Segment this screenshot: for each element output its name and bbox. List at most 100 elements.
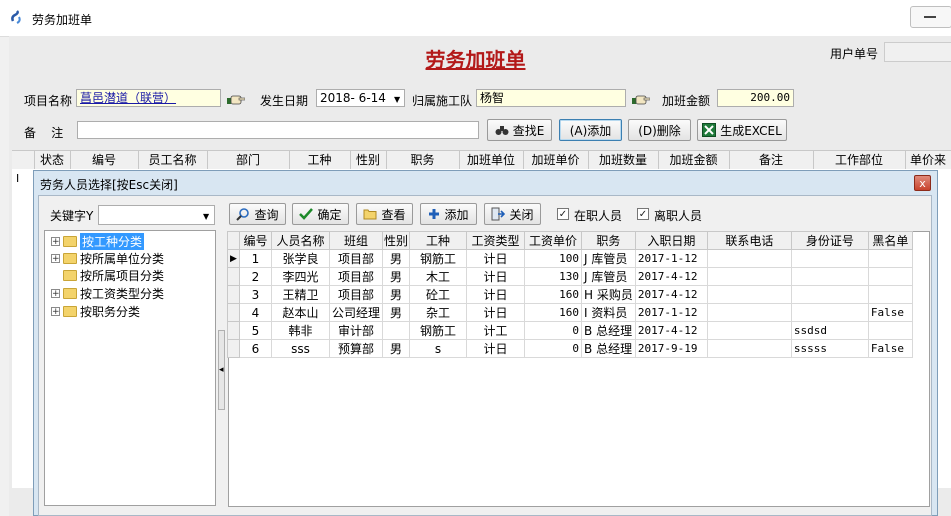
table-cell-group[interactable]: 项目部 <box>328 249 384 268</box>
table-cell-phone[interactable] <box>706 303 792 322</box>
dialog-close-text-button[interactable]: 关闭 <box>484 203 541 225</box>
table-cell-title[interactable]: I 资料员 <box>581 303 636 322</box>
table-cell-phone[interactable] <box>706 249 792 268</box>
table-cell-sex[interactable]: 男 <box>382 339 411 358</box>
column-header[interactable]: 状态 <box>34 151 71 169</box>
expand-icon[interactable]: + <box>51 289 60 299</box>
table-cell-id[interactable] <box>790 249 869 268</box>
row-indicator[interactable] <box>227 285 240 304</box>
expand-icon[interactable]: + <box>51 254 60 264</box>
expand-icon[interactable]: + <box>51 237 60 247</box>
column-header[interactable]: 联系电话 <box>706 231 792 250</box>
table-cell-no[interactable]: 5 <box>239 321 272 340</box>
table-cell-price[interactable]: 160 <box>524 303 583 322</box>
table-cell-date[interactable]: 2017-1-12 <box>634 249 708 268</box>
amount-field[interactable]: 200.00 <box>717 89 794 107</box>
table-cell-trade[interactable]: 砼工 <box>409 285 468 304</box>
table-row[interactable]: 3 王精卫 项目部男砼工 计日 160 H 采购员 2017-4-12 <box>227 285 913 304</box>
table-cell-wage-type[interactable]: 计工 <box>466 321 526 340</box>
active-staff-checkbox[interactable]: ✓ <box>557 208 569 220</box>
table-row[interactable]: ▶ 1 张学良 项目部男钢筋工 计日 100 J 库管员 2017-1-12 <box>227 249 913 268</box>
column-header[interactable]: 员工名称 <box>138 151 208 169</box>
row-indicator[interactable] <box>227 339 240 358</box>
table-cell-price[interactable]: 130 <box>524 267 583 286</box>
table-cell-name[interactable]: 王精卫 <box>271 285 330 304</box>
table-row[interactable]: 2 李四光 项目部男木工 计日 130 J 库管员 2017-4-12 <box>227 267 913 286</box>
column-header[interactable]: 入职日期 <box>634 231 708 250</box>
table-cell-date[interactable]: 2017-1-12 <box>634 303 708 322</box>
column-header[interactable]: 工种 <box>409 231 468 250</box>
table-cell-title[interactable]: B 总经理 <box>581 321 636 340</box>
table-cell-group[interactable]: 审计部 <box>328 321 384 340</box>
date-picker[interactable]: 2018- 6-14 <box>316 89 405 107</box>
column-header[interactable]: 部门 <box>207 151 290 169</box>
table-cell-group[interactable]: 公司经理 <box>328 303 384 322</box>
query-button[interactable]: 查询 <box>229 203 286 225</box>
table-cell-sex[interactable]: 男 <box>382 267 411 286</box>
table-cell-id[interactable] <box>790 267 869 286</box>
column-header[interactable]: 加班单位 <box>459 151 524 169</box>
view-button[interactable]: 查看 <box>356 203 413 225</box>
column-header[interactable]: 工种 <box>289 151 351 169</box>
table-row[interactable]: 6 sss 预算部男 s 计日 0 B 总经理 2017-9-19 sssss False <box>227 339 913 358</box>
tree-node-title[interactable]: + 按职务分类 <box>51 303 140 320</box>
column-header[interactable]: 加班金额 <box>658 151 730 169</box>
row-indicator[interactable]: ▶ <box>227 249 240 268</box>
column-header[interactable]: 加班单价 <box>523 151 589 169</box>
table-cell-sex[interactable]: 男 <box>382 249 411 268</box>
table-cell-phone[interactable] <box>706 267 792 286</box>
table-cell-black[interactable] <box>867 267 913 286</box>
table-cell-title[interactable]: B 总经理 <box>581 339 636 358</box>
table-cell-title[interactable]: J 库管员 <box>581 267 636 286</box>
tree-node-unit[interactable]: + 按所属单位分类 <box>51 250 164 267</box>
table-cell-sex[interactable]: 男 <box>382 303 411 322</box>
table-cell-date[interactable]: 2017-4-12 <box>634 285 708 304</box>
table-row[interactable]: 5 韩非 审计部 钢筋工 计工 0 B 总经理 2017-4-12 ssdsd <box>227 321 913 340</box>
column-header[interactable]: 身份证号 <box>790 231 869 250</box>
table-cell-price[interactable]: 100 <box>524 249 583 268</box>
table-cell-group[interactable]: 预算部 <box>328 339 384 358</box>
table-cell-wage-type[interactable]: 计日 <box>466 267 526 286</box>
column-header[interactable]: 性别 <box>382 231 411 250</box>
column-header[interactable]: 黑名单 <box>867 231 913 250</box>
user-number-field[interactable] <box>884 42 951 62</box>
column-header[interactable]: 班组 <box>328 231 384 250</box>
add-button[interactable]: (A)添加 <box>559 119 622 141</box>
table-cell-id[interactable]: ssdsd <box>790 321 869 340</box>
left-staff-checkbox[interactable]: ✓ <box>637 208 649 220</box>
column-header[interactable]: 人员名称 <box>271 231 330 250</box>
column-header[interactable]: 职务 <box>581 231 636 250</box>
column-header[interactable]: 工资单价 <box>524 231 583 250</box>
column-header[interactable]: 编号 <box>70 151 139 169</box>
table-cell-date[interactable]: 2017-4-12 <box>634 267 708 286</box>
table-cell-id[interactable] <box>790 303 869 322</box>
table-cell-no[interactable]: 1 <box>239 249 272 268</box>
table-cell-name[interactable]: sss <box>271 339 330 358</box>
table-cell-phone[interactable] <box>706 321 792 340</box>
tree-node-project[interactable]: 按所属项目分类 <box>51 267 164 284</box>
table-cell-no[interactable]: 6 <box>239 339 272 358</box>
table-cell-name[interactable]: 韩非 <box>271 321 330 340</box>
table-cell-wage-type[interactable]: 计日 <box>466 303 526 322</box>
table-cell-id[interactable]: sssss <box>790 339 869 358</box>
table-cell-group[interactable]: 项目部 <box>328 285 384 304</box>
column-header[interactable]: 单价来 <box>905 151 951 169</box>
table-cell-sex[interactable] <box>382 321 411 340</box>
tree-node-wage-type[interactable]: + 按工资类型分类 <box>51 285 164 302</box>
excel-button[interactable]: 生成EXCEL <box>697 119 787 141</box>
table-cell-price[interactable]: 0 <box>524 321 583 340</box>
column-header[interactable]: 编号 <box>239 231 272 250</box>
column-header[interactable]: 性别 <box>350 151 387 169</box>
table-cell-trade[interactable]: 杂工 <box>409 303 468 322</box>
dialog-add-button[interactable]: 添加 <box>420 203 477 225</box>
table-cell-name[interactable]: 张学良 <box>271 249 330 268</box>
column-header[interactable]: 职务 <box>386 151 460 169</box>
project-field[interactable]: 菖邑潜道（联营） <box>76 89 221 107</box>
table-cell-date[interactable]: 2017-9-19 <box>634 339 708 358</box>
tree-node-trade[interactable]: + 按工种分类 <box>51 233 145 250</box>
table-cell-wage-type[interactable]: 计日 <box>466 339 526 358</box>
table-cell-title[interactable]: J 库管员 <box>581 249 636 268</box>
row-indicator[interactable] <box>227 321 240 340</box>
team-field[interactable]: 杨智 <box>476 89 626 107</box>
table-cell-black[interactable]: False <box>867 303 913 322</box>
